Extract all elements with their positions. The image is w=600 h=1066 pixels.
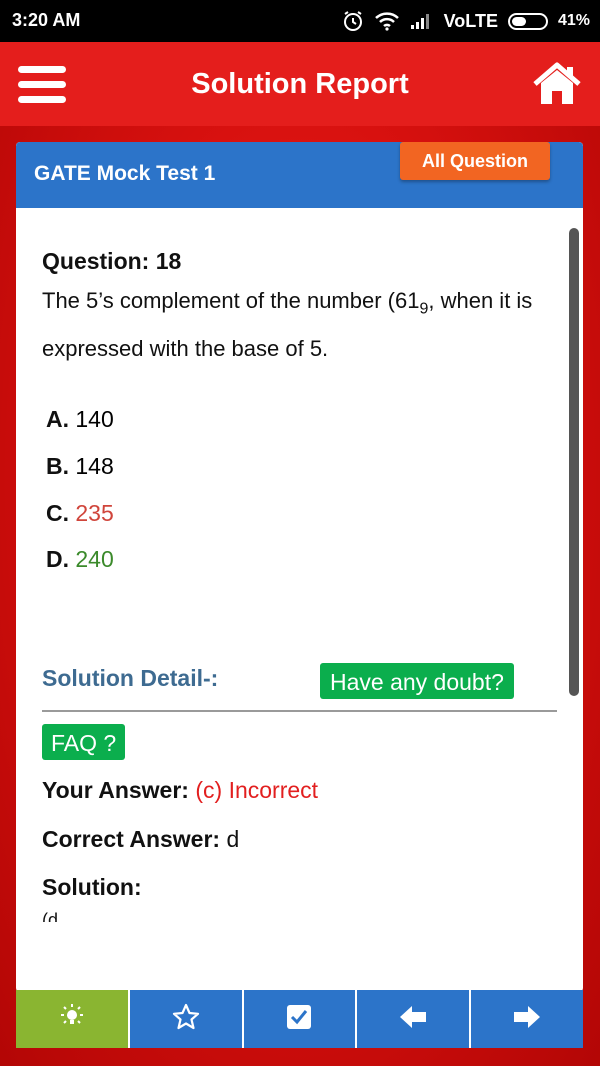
status-bar: 3:20 AM VoLTE 41% [0, 0, 600, 42]
all-question-button[interactable]: All Question [400, 142, 550, 180]
signal-icon [410, 12, 434, 30]
mark-button[interactable] [244, 990, 358, 1048]
previous-button[interactable] [357, 990, 472, 1048]
option-a[interactable]: A. 140 [46, 406, 114, 433]
battery-percent: 41% [557, 12, 590, 29]
solution-label: Solution: [42, 874, 142, 900]
status-icons: VoLTE 41% [342, 10, 590, 32]
page-title: Solution Report [191, 68, 409, 100]
next-button[interactable] [471, 990, 583, 1048]
battery-icon [507, 12, 548, 30]
solution-text-partial: (d [42, 910, 59, 922]
network-label: VoLTE [443, 10, 498, 31]
home-icon[interactable] [532, 62, 582, 106]
alarm-icon [342, 10, 364, 32]
question-text: The 5’s complement of the number (619, w… [42, 288, 533, 362]
option-d[interactable]: D. 240 [46, 546, 114, 573]
question-block: Question: 18 The 5’s complement of the n… [42, 238, 562, 369]
bottom-nav [16, 990, 583, 1048]
have-doubt-button[interactable]: Have any doubt? [320, 663, 514, 699]
hint-button[interactable] [16, 990, 130, 1048]
status-time: 3:20 AM [12, 10, 81, 30]
option-b[interactable]: B. 148 [46, 453, 114, 480]
faq-button[interactable]: FAQ ? [42, 724, 126, 760]
arrow-left-icon [398, 1004, 428, 1035]
card-header: GATE Mock Test 1 All Question [16, 142, 583, 208]
wifi-icon [374, 11, 400, 31]
your-answer: Your Answer: (c) Incorrect [42, 777, 319, 803]
correct-answer: Correct Answer: d [42, 826, 240, 852]
solution-heading: Solution Detail-: [42, 665, 219, 691]
scrollbar[interactable] [569, 228, 579, 696]
checkbox-icon [285, 1003, 313, 1036]
bookmark-button[interactable] [130, 990, 244, 1048]
arrow-right-icon [512, 1004, 542, 1035]
test-name: GATE Mock Test 1 [34, 162, 216, 185]
bulb-icon [57, 1002, 87, 1037]
option-c[interactable]: C. 235 [46, 500, 114, 527]
star-icon [172, 1003, 200, 1036]
divider [42, 710, 557, 712]
question-number: Question: 18 [42, 248, 182, 274]
app-bar: Solution Report [0, 42, 600, 126]
